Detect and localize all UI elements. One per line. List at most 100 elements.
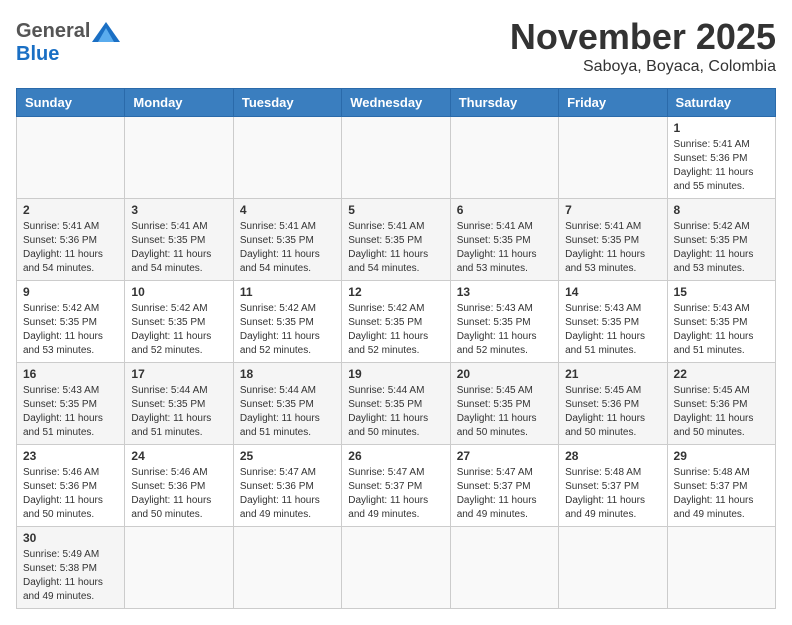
day-number: 14 [565,285,660,299]
calendar-cell [17,117,125,199]
month-title: November 2025 [510,16,776,58]
calendar-cell: 18Sunrise: 5:44 AM Sunset: 5:35 PM Dayli… [233,363,341,445]
calendar-week-row: 9 Sunrise: 5:42 AM Sunset: 5:35 PM Daylig… [17,281,776,363]
calendar-cell: 4Sunrise: 5:41 AM Sunset: 5:35 PM Daylig… [233,199,341,281]
title-area: November 2025 Saboya, Boyaca, Colombia [510,16,776,76]
calendar-cell: 26 Sunrise: 5:47 AM Sunset: 5:37 PM Dayli… [342,445,450,527]
day-info: Sunrise: 5:42 AM Sunset: 5:35 PM Dayligh… [131,302,226,358]
header-day-wednesday: Wednesday [342,89,450,117]
calendar-cell: 22 Sunrise: 5:45 AM Sunset: 5:36 PM Dayli… [667,363,775,445]
day-info: Sunrise: 5:42 AM Sunset: 5:35 PM Dayligh… [348,302,443,358]
calendar-cell: 2Sunrise: 5:41 AM Sunset: 5:36 PM Daylig… [17,199,125,281]
day-info: Sunrise: 5:45 AM Sunset: 5:36 PM Dayligh… [565,384,660,440]
day-info: Sunrise: 5:42 AM Sunset: 5:35 PM Dayligh… [674,220,769,276]
calendar-cell: 15Sunrise: 5:43 AM Sunset: 5:35 PM Dayli… [667,281,775,363]
calendar-cell [233,117,341,199]
day-number: 19 [348,367,443,381]
location-text: Saboya, Boyaca, Colombia [510,58,776,76]
calendar-week-row: 16Sunrise: 5:43 AM Sunset: 5:35 PM Dayli… [17,363,776,445]
calendar-cell: 19Sunrise: 5:44 AM Sunset: 5:35 PM Dayli… [342,363,450,445]
day-number: 3 [131,203,226,217]
day-info: Sunrise: 5:48 AM Sunset: 5:37 PM Dayligh… [565,466,660,522]
day-number: 6 [457,203,552,217]
calendar-cell: 10 Sunrise: 5:42 AM Sunset: 5:35 PM Dayli… [125,281,233,363]
day-number: 7 [565,203,660,217]
day-number: 17 [131,367,226,381]
day-number: 29 [674,449,769,463]
page-header: General Blue November 2025 Saboya, Boyac… [16,16,776,76]
calendar-cell: 5Sunrise: 5:41 AM Sunset: 5:35 PM Daylig… [342,199,450,281]
day-number: 24 [131,449,226,463]
calendar-cell: 27Sunrise: 5:47 AM Sunset: 5:37 PM Dayli… [450,445,558,527]
calendar-cell: 17 Sunrise: 5:44 AM Sunset: 5:35 PM Dayli… [125,363,233,445]
day-info: Sunrise: 5:41 AM Sunset: 5:36 PM Dayligh… [674,138,769,194]
day-number: 30 [23,531,118,545]
calendar-week-row: 23 Sunrise: 5:46 AM Sunset: 5:36 PM Dayli… [17,445,776,527]
header-day-sunday: Sunday [17,89,125,117]
day-number: 28 [565,449,660,463]
day-info: Sunrise: 5:46 AM Sunset: 5:36 PM Dayligh… [131,466,226,522]
calendar-cell: 8 Sunrise: 5:42 AM Sunset: 5:35 PM Daylig… [667,199,775,281]
day-info: Sunrise: 5:47 AM Sunset: 5:36 PM Dayligh… [240,466,335,522]
logo-icon [92,22,120,42]
day-number: 25 [240,449,335,463]
day-info: Sunrise: 5:46 AM Sunset: 5:36 PM Dayligh… [23,466,118,522]
header-day-friday: Friday [559,89,667,117]
header-day-saturday: Saturday [667,89,775,117]
calendar-cell [559,117,667,199]
day-number: 8 [674,203,769,217]
day-info: Sunrise: 5:44 AM Sunset: 5:35 PM Dayligh… [131,384,226,440]
day-number: 26 [348,449,443,463]
logo-general-text: General [16,20,90,43]
day-number: 11 [240,285,335,299]
calendar-week-row: 30 Sunrise: 5:49 AM Sunset: 5:38 PM Dayli… [17,527,776,609]
day-info: Sunrise: 5:43 AM Sunset: 5:35 PM Dayligh… [23,384,118,440]
logo: General Blue [16,16,120,66]
calendar-cell [667,527,775,609]
day-number: 22 [674,367,769,381]
calendar-cell: 28 Sunrise: 5:48 AM Sunset: 5:37 PM Dayli… [559,445,667,527]
header-day-monday: Monday [125,89,233,117]
calendar-week-row: 1 Sunrise: 5:41 AM Sunset: 5:36 PM Daylig… [17,117,776,199]
header-day-thursday: Thursday [450,89,558,117]
day-number: 1 [674,121,769,135]
day-number: 13 [457,285,552,299]
day-number: 23 [23,449,118,463]
calendar-cell: 16Sunrise: 5:43 AM Sunset: 5:35 PM Dayli… [17,363,125,445]
day-info: Sunrise: 5:45 AM Sunset: 5:36 PM Dayligh… [674,384,769,440]
calendar-cell [559,527,667,609]
day-info: Sunrise: 5:44 AM Sunset: 5:35 PM Dayligh… [240,384,335,440]
day-info: Sunrise: 5:43 AM Sunset: 5:35 PM Dayligh… [565,302,660,358]
day-info: Sunrise: 5:45 AM Sunset: 5:35 PM Dayligh… [457,384,552,440]
day-number: 10 [131,285,226,299]
day-info: Sunrise: 5:49 AM Sunset: 5:38 PM Dayligh… [23,548,118,604]
calendar-cell: 1 Sunrise: 5:41 AM Sunset: 5:36 PM Daylig… [667,117,775,199]
calendar-cell: 25 Sunrise: 5:47 AM Sunset: 5:36 PM Dayli… [233,445,341,527]
calendar-cell: 13Sunrise: 5:43 AM Sunset: 5:35 PM Dayli… [450,281,558,363]
day-number: 12 [348,285,443,299]
calendar-cell [450,117,558,199]
calendar-cell: 21Sunrise: 5:45 AM Sunset: 5:36 PM Dayli… [559,363,667,445]
calendar-table: SundayMondayTuesdayWednesdayThursdayFrid… [16,88,776,609]
header-day-tuesday: Tuesday [233,89,341,117]
day-info: Sunrise: 5:47 AM Sunset: 5:37 PM Dayligh… [348,466,443,522]
day-info: Sunrise: 5:47 AM Sunset: 5:37 PM Dayligh… [457,466,552,522]
calendar-cell: 14 Sunrise: 5:43 AM Sunset: 5:35 PM Dayli… [559,281,667,363]
calendar-cell: 9 Sunrise: 5:42 AM Sunset: 5:35 PM Daylig… [17,281,125,363]
day-info: Sunrise: 5:42 AM Sunset: 5:35 PM Dayligh… [240,302,335,358]
calendar-header-row: SundayMondayTuesdayWednesdayThursdayFrid… [17,89,776,117]
day-info: Sunrise: 5:41 AM Sunset: 5:35 PM Dayligh… [131,220,226,276]
day-info: Sunrise: 5:41 AM Sunset: 5:35 PM Dayligh… [348,220,443,276]
logo-blue-text: Blue [16,43,59,66]
calendar-cell [125,527,233,609]
day-number: 9 [23,285,118,299]
day-info: Sunrise: 5:48 AM Sunset: 5:37 PM Dayligh… [674,466,769,522]
day-info: Sunrise: 5:41 AM Sunset: 5:35 PM Dayligh… [457,220,552,276]
calendar-cell: 11 Sunrise: 5:42 AM Sunset: 5:35 PM Dayli… [233,281,341,363]
calendar-cell: 20Sunrise: 5:45 AM Sunset: 5:35 PM Dayli… [450,363,558,445]
calendar-cell: 3 Sunrise: 5:41 AM Sunset: 5:35 PM Daylig… [125,199,233,281]
day-number: 2 [23,203,118,217]
day-info: Sunrise: 5:43 AM Sunset: 5:35 PM Dayligh… [674,302,769,358]
day-info: Sunrise: 5:42 AM Sunset: 5:35 PM Dayligh… [23,302,118,358]
calendar-cell [125,117,233,199]
